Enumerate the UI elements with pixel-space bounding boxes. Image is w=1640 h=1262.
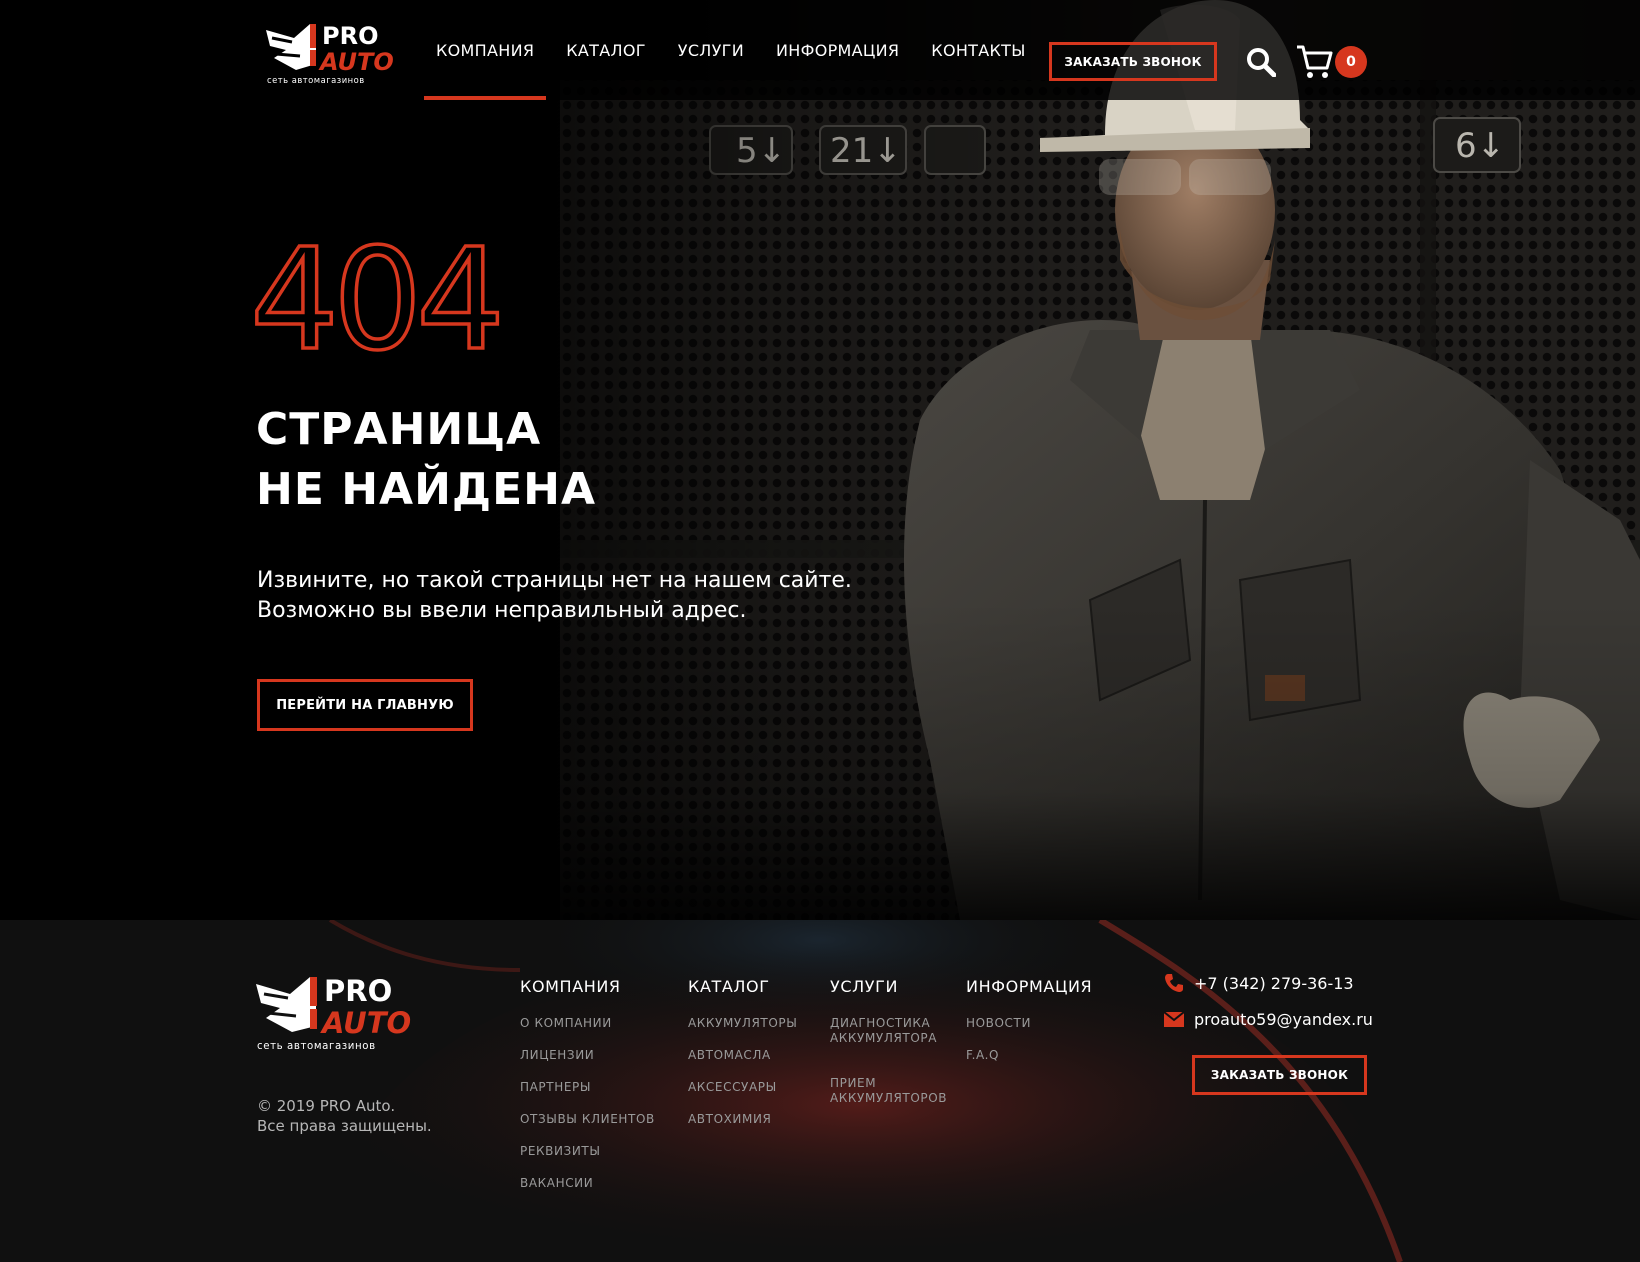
svg-text:6↓: 6↓ [1455,126,1505,166]
svg-text:сеть автомагазинов: сеть автомагазинов [267,75,365,85]
email-address[interactable]: proauto59@yandex.ru [1194,1010,1373,1029]
footer-link-vacancies[interactable]: ВАКАНСИИ [520,1176,655,1191]
nav-item-contacts[interactable]: КОНТАКТЫ [919,0,1037,100]
footer-link-requisites[interactable]: РЕКВИЗИТЫ [520,1144,655,1159]
nav-item-information[interactable]: ИНФОРМАЦИЯ [764,0,911,100]
footer-link-chemicals[interactable]: АВТОХИМИЯ [688,1112,797,1127]
svg-text:AUTO: AUTO [320,1006,411,1040]
svg-text:PRO: PRO [324,974,392,1008]
footer-column-services: УСЛУГИ ДИАГНОСТИКА АККУМУЛЯТОРА ПРИЕМ АК… [830,977,947,1136]
footer-link-accessories[interactable]: АКСЕССУАРЫ [688,1080,797,1095]
cart-count-badge[interactable]: 0 [1335,46,1367,78]
copyright: © 2019 PRO Auto. Все права защищены. [257,1096,432,1136]
footer-link-battery-intake[interactable]: ПРИЕМ АККУМУЛЯТОРОВ [830,1076,947,1106]
page-title: СТРАНИЦА НЕ НАЙДЕНА [256,400,596,520]
error-code: 404 [250,236,507,366]
footer-link-reviews[interactable]: ОТЗЫВЫ КЛИЕНТОВ [520,1112,655,1127]
page-title-line-2: НЕ НАЙДЕНА [256,464,597,515]
footer-column-title[interactable]: УСЛУГИ [830,977,947,996]
footer-link-line: АККУМУЛЯТОРА [830,1031,938,1045]
copyright-line-1: © 2019 PRO Auto. [257,1097,396,1115]
error-description: Извините, но такой страницы нет на нашем… [257,566,852,626]
phone-number[interactable]: +7 (342) 279-36-13 [1194,974,1354,993]
footer-link-oils[interactable]: АВТОМАСЛА [688,1048,797,1063]
footer-link-partners[interactable]: ПАРТНЕРЫ [520,1080,655,1095]
footer-column-information: ИНФОРМАЦИЯ НОВОСТИ F.A.Q [966,977,1092,1080]
footer-order-call-button[interactable]: ЗАКАЗАТЬ ЗВОНОК [1192,1055,1367,1095]
error-code-text: 404 [250,236,499,366]
footer-link-news[interactable]: НОВОСТИ [966,1016,1092,1031]
svg-text:AUTO: AUTO [318,48,394,76]
nav-item-services[interactable]: УСЛУГИ [666,0,756,100]
search-icon[interactable] [1246,47,1276,77]
footer-link-line: ДИАГНОСТИКА [830,1016,931,1030]
footer-link-licenses[interactable]: ЛИЦЕНЗИИ [520,1048,655,1063]
mail-icon [1164,1011,1184,1027]
main-nav: КОМПАНИЯ КАТАЛОГ УСЛУГИ ИНФОРМАЦИЯ КОНТА… [424,0,1038,100]
footer-column-catalog: КАТАЛОГ АККУМУЛЯТОРЫ АВТОМАСЛА АКСЕССУАР… [688,977,797,1144]
footer-column-title[interactable]: КАТАЛОГ [688,977,797,996]
site-header: PRO AUTO сеть автомагазинов КОМПАНИЯ КАТ… [0,0,1640,100]
svg-text:PRO: PRO [322,22,378,50]
footer-link-line: ПРИЕМ [830,1076,877,1090]
hero-section: 5↓ 21↓ 6↓ [0,0,1640,920]
footer-background-car [300,920,1420,1262]
cart-icon[interactable] [1296,44,1334,80]
footer-email[interactable]: proauto59@yandex.ru [1164,1009,1373,1029]
copyright-line-2: Все права защищены. [257,1117,432,1135]
order-call-button[interactable]: ЗАКАЗАТЬ ЗВОНОК [1049,42,1217,81]
go-home-button[interactable]: ПЕРЕЙТИ НА ГЛАВНУЮ [257,679,473,731]
phone-icon [1165,974,1183,992]
hero-background-photo: 5↓ 21↓ 6↓ [0,0,1640,920]
brand-logo[interactable]: PRO AUTO сеть автомагазинов [266,20,404,86]
nav-item-catalog[interactable]: КАТАЛОГ [554,0,658,100]
footer-link-batteries[interactable]: АККУМУЛЯТОРЫ [688,1016,797,1031]
nav-item-company[interactable]: КОМПАНИЯ [424,0,547,100]
footer-brand-logo[interactable]: PRO AUTO сеть автомагазинов [256,972,424,1052]
page-title-line-1: СТРАНИЦА [256,404,542,455]
footer-link-battery-diagnostics[interactable]: ДИАГНОСТИКА АККУМУЛЯТОРА [830,1016,947,1046]
site-footer: PRO AUTO сеть автомагазинов © 2019 PRO A… [0,920,1640,1262]
footer-phone[interactable]: +7 (342) 279-36-13 [1164,973,1354,993]
footer-column-company: КОМПАНИЯ О КОМПАНИИ ЛИЦЕНЗИИ ПАРТНЕРЫ ОТ… [520,977,655,1208]
footer-link-about[interactable]: О КОМПАНИИ [520,1016,655,1031]
error-description-line-2: Возможно вы ввели неправильный адрес. [257,598,747,623]
footer-link-faq[interactable]: F.A.Q [966,1048,1092,1063]
error-description-line-1: Извините, но такой страницы нет на нашем… [257,568,852,593]
svg-text:сеть автомагазинов: сеть автомагазинов [257,1041,376,1052]
footer-column-title[interactable]: КОМПАНИЯ [520,977,655,996]
footer-link-line: АККУМУЛЯТОРОВ [830,1091,948,1105]
footer-column-title[interactable]: ИНФОРМАЦИЯ [966,977,1092,996]
